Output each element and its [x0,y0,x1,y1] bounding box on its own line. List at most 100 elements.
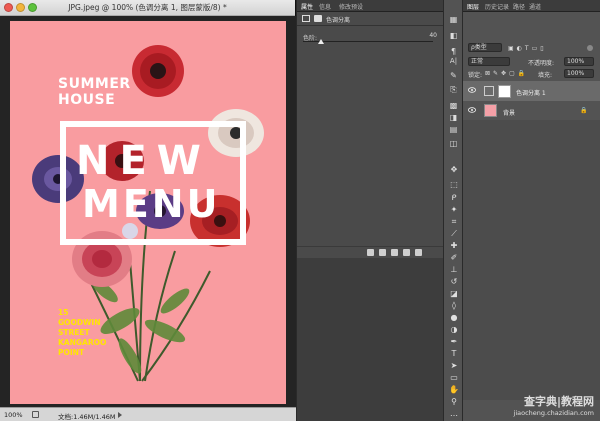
zoom-level[interactable]: 100% [4,411,23,419]
layer-filter-kind-select[interactable]: ρ类型 [468,43,502,52]
opacity-label: 不透明度: [528,60,555,67]
brush-tool-icon[interactable]: ✐ [449,253,459,263]
clone-source-icon[interactable]: ⎘ [448,84,459,95]
type-tool-icon[interactable]: T [449,349,459,359]
address-line: 15 [58,308,69,317]
properties-tabbar: 属性 信息 修改预设 [297,0,443,12]
layer-name: 背景 [503,110,516,117]
zoom-tool-icon[interactable]: ⚲ [449,397,459,407]
tab-properties[interactable]: 属性 [301,2,313,11]
properties-empty-area [297,258,443,421]
eraser-tool-icon[interactable]: ◪ [449,289,459,299]
shape-tool-icon[interactable]: ▭ [449,373,459,383]
path-selection-tool-icon[interactable]: ➤ [449,361,459,371]
levels-slider-thumb[interactable] [318,39,325,44]
brush-panel-icon[interactable]: ✎ [448,70,459,81]
tab-paths[interactable]: 路径 [513,2,525,11]
document-title: JPG.jpeg @ 100% (色调分离 1, 图层蒙版/8) * [68,3,227,12]
magic-wand-tool-icon[interactable]: ✦ [449,205,459,215]
opacity-field[interactable]: 100% [564,57,594,66]
layer-mask-icon[interactable] [314,15,322,22]
stamp-tool-icon[interactable]: ⊥ [449,265,459,275]
address-line: POINT [58,348,85,357]
navigator-panel-icon[interactable]: ◫ [448,138,459,149]
history-panel-icon[interactable]: ▦ [448,14,459,25]
move-tool-icon[interactable]: ✥ [449,165,459,175]
poster-address: 15 GOODWIN STREET KANGAROO POINT [58,308,106,358]
layers-empty-area [463,120,600,400]
timeline-panel-icon[interactable]: ▤ [448,124,459,135]
layer-mask-thumbnail[interactable] [498,85,511,98]
reset-icon[interactable] [391,249,398,256]
layer-filter-icons[interactable]: ▣◐T▭▯ [508,45,568,52]
paint-bucket-tool-icon[interactable]: ◊ [449,301,459,311]
tab-info[interactable]: 信息 [319,2,331,11]
visibility-eye-icon[interactable] [468,107,476,113]
document-window: JPG.jpeg @ 100% (色调分离 1, 图层蒙版/8) * SUMME… [0,0,296,421]
layer-row-posterize[interactable]: 色调分离 1 [463,81,600,101]
canvas-area[interactable]: SUMMER HOUSE NEW MENU 15 GOODWIN STREET … [0,16,296,407]
dodge-tool-icon[interactable]: ◑ [449,325,459,335]
properties-header: 色调分离 [297,12,443,26]
poster-summer-text: SUMMER [58,76,131,92]
properties-footer [297,246,443,258]
address-line: GOODWIN [58,318,101,327]
photoshop-window: JPG.jpeg @ 100% (色调分离 1, 图层蒙版/8) * SUMME… [0,0,600,421]
adjustment-title: 色调分离 [326,17,351,24]
blend-mode-select[interactable]: 正常 [468,57,510,66]
history-brush-tool-icon[interactable]: ↺ [449,277,459,287]
poster-house-text: HOUSE [58,92,116,108]
adjustment-icon [302,15,310,22]
layer-row-background[interactable]: 背景 🔒 [463,101,600,121]
delete-trash-icon[interactable] [415,249,422,256]
tab-modifier-presets[interactable]: 修改预设 [339,2,363,11]
share-icon[interactable] [32,411,39,418]
background-layer-thumbnail [484,104,497,117]
view-previous-state-icon[interactable] [379,249,386,256]
layers-tabbar: 图层 历史记录 路径 通道 [463,0,600,12]
visibility-eye-icon[interactable] [468,87,476,93]
watermark: 查字典|教程网 jiaocheng.chazidian.com [514,393,594,417]
tab-layers[interactable]: 图层 [467,2,479,11]
levels-value-field[interactable]: 40 [409,31,437,40]
watermark-url: jiaocheng.chazidian.com [513,409,594,417]
poster-image: SUMMER HOUSE NEW MENU 15 GOODWIN STREET … [10,21,286,404]
tab-history[interactable]: 历史记录 [485,2,509,11]
document-status-bar: 100% 文档:1.46M/1.46M [0,407,296,421]
healing-brush-tool-icon[interactable]: ✚ [449,241,459,251]
lock-options-icons[interactable]: ⊠✎✥▢🔒 [485,70,528,77]
layers-panel: 图层 历史记录 路径 通道 ρ类型 ▣◐T▭▯ 正常 不透明度: 100% 锁定… [463,0,600,421]
character-panel-icon[interactable]: A| [448,56,459,67]
tools-panel: ▦ ◧ ¶ A| ✎ ⎘ ▩ ◨ ▤ ◫ ✥ ⬚ ᑭ ✦ ⌗ ⟋ ✚ ✐ ⊥ ↺… [443,0,463,421]
document-titlebar: JPG.jpeg @ 100% (色调分离 1, 图层蒙版/8) * [0,0,295,16]
hand-tool-icon[interactable]: ✋ [449,385,459,395]
layer-name: 色调分离 1 [516,90,546,97]
lock-icon: 🔒 [580,107,588,114]
swatches-panel-icon[interactable]: ▩ [448,100,459,111]
eyedropper-tool-icon[interactable]: ⟋ [449,229,459,239]
adjustment-layer-thumbnail [484,86,494,96]
lasso-tool-icon[interactable]: ᑭ [449,193,459,203]
fill-label: 填充: [538,72,553,79]
file-size-info: 文档:1.46M/1.46M [58,413,116,421]
more-tools-icon[interactable]: … [449,409,459,419]
watermark-title: 查字典|教程网 [523,395,594,408]
lock-label: 锁定: [468,72,483,79]
properties-body: 色阶: 40 [297,26,443,246]
visibility-eye-icon[interactable] [403,249,410,256]
clip-to-layer-icon[interactable] [367,249,374,256]
fill-field[interactable]: 100% [564,69,594,78]
crop-tool-icon[interactable]: ⌗ [449,217,459,227]
styles-panel-icon[interactable]: ◨ [448,112,459,123]
filter-toggle-icon[interactable] [587,45,593,51]
poster-menu-text: MENU [82,182,221,226]
status-menu-arrow-icon[interactable] [118,412,122,418]
adjust-panel-icon[interactable]: ◧ [448,30,459,41]
tab-channels[interactable]: 通道 [529,2,541,11]
blur-tool-icon[interactable]: ● [449,313,459,323]
pen-tool-icon[interactable]: ✒ [449,337,459,347]
properties-panel: 属性 信息 修改预设 色调分离 色阶: 40 [297,0,443,421]
address-line: STREET [58,328,90,337]
poster-new-text: NEW [76,138,211,184]
marquee-tool-icon[interactable]: ⬚ [449,180,459,190]
